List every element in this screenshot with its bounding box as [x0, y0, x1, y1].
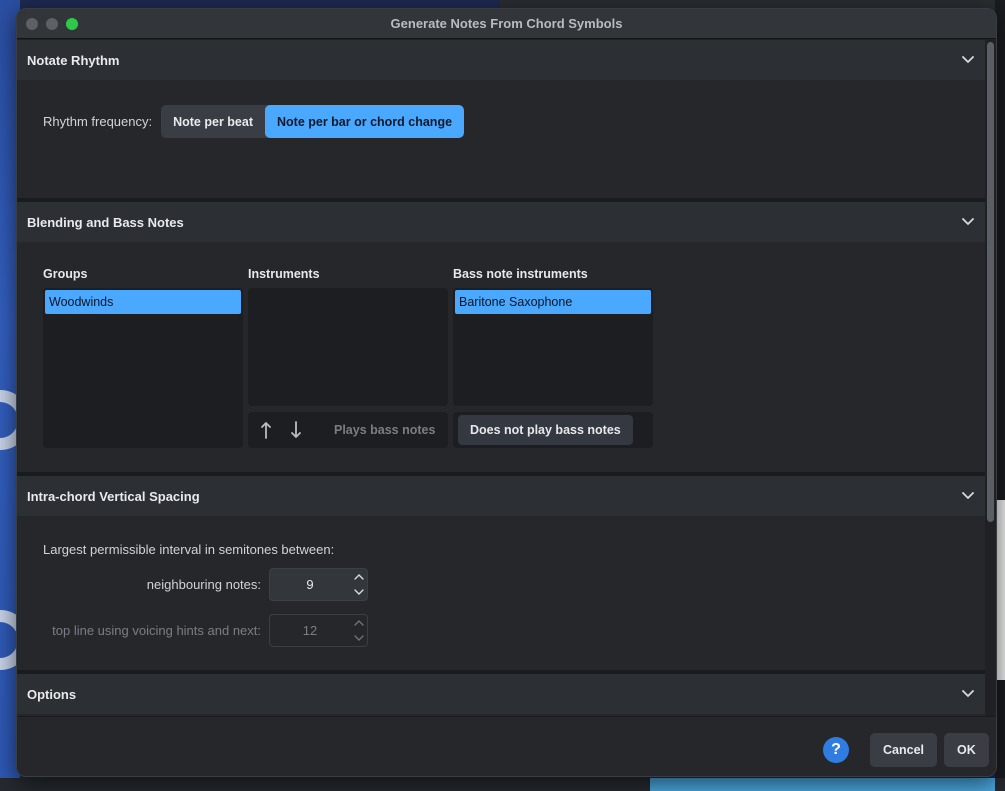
spin-arrows: [351, 615, 367, 646]
title-bar: Generate Notes From Chord Symbols: [17, 9, 996, 39]
spin-arrows: [351, 569, 367, 600]
rhythm-frequency-label: Rhythm frequency:: [43, 114, 153, 129]
window-controls: [26, 18, 78, 30]
interval-intro-label: Largest permissible interval in semitone…: [43, 542, 335, 557]
ok-button[interactable]: OK: [944, 733, 989, 767]
section-header-vertical-spacing[interactable]: Intra-chord Vertical Spacing: [17, 476, 985, 516]
section-title: Options: [27, 686, 77, 702]
scrollbar-thumb[interactable]: [987, 42, 994, 522]
section-body-notate-rhythm: Rhythm frequency: Note per beat Note per…: [17, 80, 985, 198]
bass-instruments-list[interactable]: Baritone Saxophone: [453, 288, 653, 406]
neighbouring-notes-value[interactable]: 9: [270, 569, 350, 600]
plays-bass-notes-button[interactable]: Plays bass notes: [334, 423, 435, 437]
chevron-down-icon[interactable]: [351, 585, 367, 601]
chevron-down-icon[interactable]: [961, 687, 975, 701]
minimize-window-button[interactable]: [46, 18, 58, 30]
rhythm-frequency-row: Rhythm frequency: Note per beat Note per…: [43, 105, 465, 138]
window-title: Generate Notes From Chord Symbols: [390, 16, 623, 31]
bass-instruments-label: Bass note instruments: [453, 267, 588, 281]
move-up-icon[interactable]: [256, 420, 276, 440]
maximize-window-button[interactable]: [66, 18, 78, 30]
background-app-highlight: [650, 778, 995, 791]
chevron-down-icon[interactable]: [961, 215, 975, 229]
bass-instruments-toolbar: Does not play bass notes: [453, 412, 653, 448]
dialog-scrollbar[interactable]: [985, 40, 996, 716]
chevron-down-icon[interactable]: [351, 631, 367, 647]
list-item[interactable]: Baritone Saxophone: [455, 290, 651, 314]
move-down-icon[interactable]: [286, 420, 306, 440]
note-per-bar-button[interactable]: Note per bar or chord change: [265, 105, 465, 138]
instruments-label: Instruments: [248, 267, 320, 281]
neighbouring-notes-spinbox[interactable]: 9: [269, 568, 368, 601]
cancel-button[interactable]: Cancel: [870, 733, 937, 767]
top-line-spinbox[interactable]: 12: [269, 614, 368, 647]
chevron-down-icon[interactable]: [961, 53, 975, 67]
dialog-content: Notate Rhythm Rhythm frequency: Note per…: [17, 40, 985, 720]
top-line-value[interactable]: 12: [270, 615, 350, 646]
groups-list[interactable]: Woodwinds: [43, 288, 243, 448]
section-title: Notate Rhythm: [27, 52, 120, 68]
close-window-button[interactable]: [26, 18, 38, 30]
chevron-down-icon[interactable]: [961, 489, 975, 503]
section-header-blending[interactable]: Blending and Bass Notes: [17, 202, 985, 242]
instruments-list[interactable]: [248, 288, 448, 406]
section-title: Intra-chord Vertical Spacing: [27, 488, 200, 504]
dialog-footer: ? Cancel OK: [17, 716, 996, 776]
note-per-beat-button[interactable]: Note per beat: [161, 105, 265, 138]
groups-label: Groups: [43, 267, 88, 281]
chevron-up-icon[interactable]: [351, 615, 367, 631]
section-body-vertical-spacing: Largest permissible interval in semitone…: [17, 516, 985, 670]
does-not-play-bass-button[interactable]: Does not play bass notes: [458, 415, 633, 445]
section-header-notate-rhythm[interactable]: Notate Rhythm: [17, 40, 985, 80]
section-title: Blending and Bass Notes: [27, 214, 184, 230]
list-item[interactable]: Woodwinds: [45, 290, 241, 314]
generate-notes-dialog: Generate Notes From Chord Symbols Notate…: [16, 8, 997, 777]
neighbouring-notes-label: neighbouring notes:: [146, 577, 261, 592]
top-line-label: top line using voicing hints and next:: [52, 623, 261, 638]
rhythm-frequency-toggle: Note per beat Note per bar or chord chan…: [161, 105, 465, 138]
section-header-options[interactable]: Options: [17, 674, 985, 714]
instruments-toolbar: Plays bass notes: [248, 412, 448, 448]
chevron-up-icon[interactable]: [351, 569, 367, 585]
help-icon[interactable]: ?: [823, 737, 849, 763]
section-body-blending: Groups Instruments Bass note instruments…: [17, 242, 985, 472]
